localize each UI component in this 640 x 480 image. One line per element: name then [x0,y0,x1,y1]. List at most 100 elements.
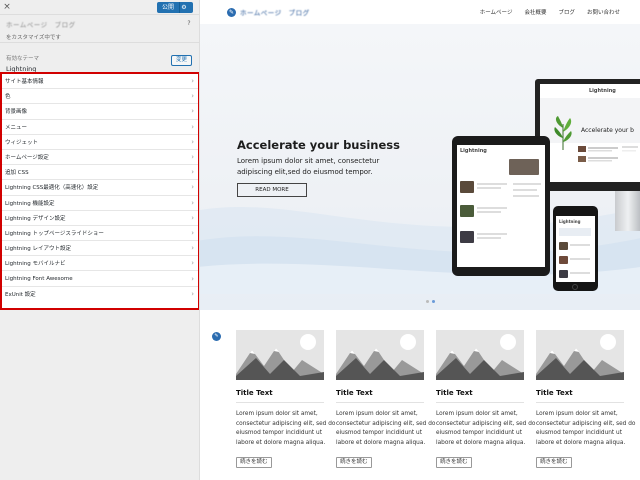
publish-label: 公開 [161,4,174,11]
card-divider [236,402,324,403]
slide-indicators [426,300,435,303]
card-read-more-button[interactable]: 続きを読む [536,457,572,469]
global-nav: ホームページ 会社概要 ブログ お問い合わせ [480,8,620,16]
panel-item-function-settings[interactable]: Lightning 機能設定 › [2,195,198,211]
panel-item-font-awesome[interactable]: Lightning Font Awesome › [2,271,198,287]
card-text: Lorem ipsum dolor sit amet, consectetur … [236,410,335,448]
hero-text-line: Lorem ipsum dolor sit amet, consectetur [237,157,380,165]
tablet-thumb [509,159,539,175]
card-read-more-button[interactable]: 続きを読む [236,457,272,469]
tablet-line [477,237,501,239]
panel-item-homepage-settings[interactable]: ホームページ設定 › [2,149,198,166]
tablet-mockup: Lightning [452,136,550,276]
read-more-button[interactable]: READ MORE [237,183,307,197]
nav-item-blog[interactable]: ブログ [558,8,575,16]
mountain-image [236,330,324,380]
nav-item-contact[interactable]: お問い合わせ [587,8,620,16]
theme-label: 有効なテーマ [6,56,40,62]
card-text-line: eiusmod tempor incididunt ut [536,430,622,437]
card-text-line: eiusmod tempor incididunt ut [236,430,322,437]
card-read-more-button[interactable]: 続きを読む [436,457,472,469]
panel-item-label: Lightning CSS最適化（高速化）設定 [5,185,99,192]
tablet-line [477,233,507,235]
card-title: Title Text [336,389,373,397]
panel-item-label: ホームページ設定 [5,155,49,162]
chevron-right-icon: › [191,290,194,299]
hero-text: Lorem ipsum dolor sit amet, consectetur … [237,156,387,178]
tablet-line [477,211,501,213]
hero-text-line: adipiscing elit,sed do eiusmod tempor. [237,168,373,176]
card-text: Lorem ipsum dolor sit amet, consectetur … [536,410,636,448]
chevron-right-icon: › [191,77,194,86]
panel-item-css-optimize[interactable]: Lightning CSS最適化（高速化）設定 › [2,180,198,196]
panel-item-layout-settings[interactable]: Lightning レイアウト設定 › [2,241,198,257]
site-preview: ✎ ホームページ ブログ ホームページ 会社概要 ブログ お問い合わせ Ligh… [200,0,640,480]
phone-screen: Lightning [556,216,595,282]
site-title: ホームページ ブログ [6,21,76,29]
card-read-more-button[interactable]: 続きを読む [336,457,372,469]
gear-icon[interactable]: ⚙ [179,2,188,13]
panel-item-design-settings[interactable]: Lightning デザイン設定 › [2,210,198,226]
close-icon[interactable]: × [2,2,12,12]
nav-item-home[interactable]: ホームページ [480,8,513,16]
phone-home-button [572,284,578,290]
card-text-line: eiusmod tempor incididunt ut [336,430,422,437]
chevron-right-icon: › [191,244,194,253]
logo-text: ホームページ ブログ [240,9,310,17]
tablet-line [513,183,541,185]
phone-thumb [559,242,568,250]
card-text-line: labore et dolore magna aliqua. [336,439,426,446]
panel-list: サイト基本情報 › 色 › 背景画像 › メニュー › ウィジェット › ホームページ設定… [0,72,199,310]
panel-item-label: Lightning トップページスライドショー [5,230,104,237]
edit-shortcut-icon[interactable]: ✎ [212,332,221,341]
card-text-line: Lorem ipsum dolor sit amet, [536,411,618,417]
tablet-screen: Lightning [457,145,545,267]
panel-item-additional-css[interactable]: 追加 CSS › [2,165,198,181]
panel-item-slideshow[interactable]: Lightning トップページスライドショー › [2,225,198,242]
chevron-right-icon: › [191,228,194,237]
card-text: Lorem ipsum dolor sit amet, consectetur … [436,410,535,448]
panel-item-site-identity[interactable]: サイト基本情報 › [2,74,198,90]
monitor-heading: Accelerate your b [581,127,634,134]
logo-icon: ✎ [227,7,236,17]
tablet-line [477,207,507,209]
panel-item-label: Lightning Font Awesome [5,275,73,282]
slide-dot-active[interactable] [432,300,435,303]
tablet-line [477,183,507,185]
customizer-sidebar: × 公開 ⚙ ホームページ ブログ をカスタマイズ中です ? 有効なテーマ Li… [0,0,200,480]
panel-item-background-image[interactable]: 背景画像 › [2,104,198,120]
monitor-hero: Accelerate your b [540,98,640,150]
chevron-right-icon: › [191,137,194,146]
card-divider [336,402,424,403]
panel-item-exunit-settings[interactable]: ExUnit 設定 › [2,286,198,302]
nav-item-company[interactable]: 会社概要 [524,8,546,16]
tablet-line [513,195,539,197]
pr-card: Title Text Lorem ipsum dolor sit amet, c… [336,330,435,470]
panel-item-menus[interactable]: メニュー › [2,119,198,135]
tablet-line [513,189,537,191]
tablet-thumb [460,231,474,243]
publish-button[interactable]: 公開 ⚙ [156,2,193,13]
panel-item-label: Lightning 機能設定 [5,200,55,207]
panel-item-colors[interactable]: 色 › [2,89,198,105]
panel-item-widgets[interactable]: ウィジェット › [2,134,198,150]
chevron-right-icon: › [191,198,194,207]
slide-dot[interactable] [426,300,429,303]
change-theme-button[interactable]: 変更 [170,55,192,66]
monitor-logo: Lightning [589,88,616,94]
site-logo[interactable]: ✎ ホームページ ブログ [227,7,310,17]
card-text: Lorem ipsum dolor sit amet, consectetur … [336,410,435,448]
phone-thumb [559,270,568,278]
plant-image [554,116,572,150]
customizer-info: ホームページ ブログ をカスタマイズ中です ? [0,15,199,43]
card-text-line: labore et dolore magna aliqua. [536,439,626,446]
card-divider [436,402,524,403]
pr-card: Title Text Lorem ipsum dolor sit amet, c… [236,330,335,470]
panel-item-mobile-nav[interactable]: Lightning モバイルナビ › [2,256,198,272]
mountain-image [436,330,524,380]
card-text-line: Lorem ipsum dolor sit amet, [236,411,318,417]
help-icon[interactable]: ? [185,20,193,28]
card-text-line: consectetur adipiscing elit, sed do [536,420,636,427]
monitor-frame: Lightning Accelerate your b [535,79,640,191]
phone-mockup: Lightning [553,206,598,291]
